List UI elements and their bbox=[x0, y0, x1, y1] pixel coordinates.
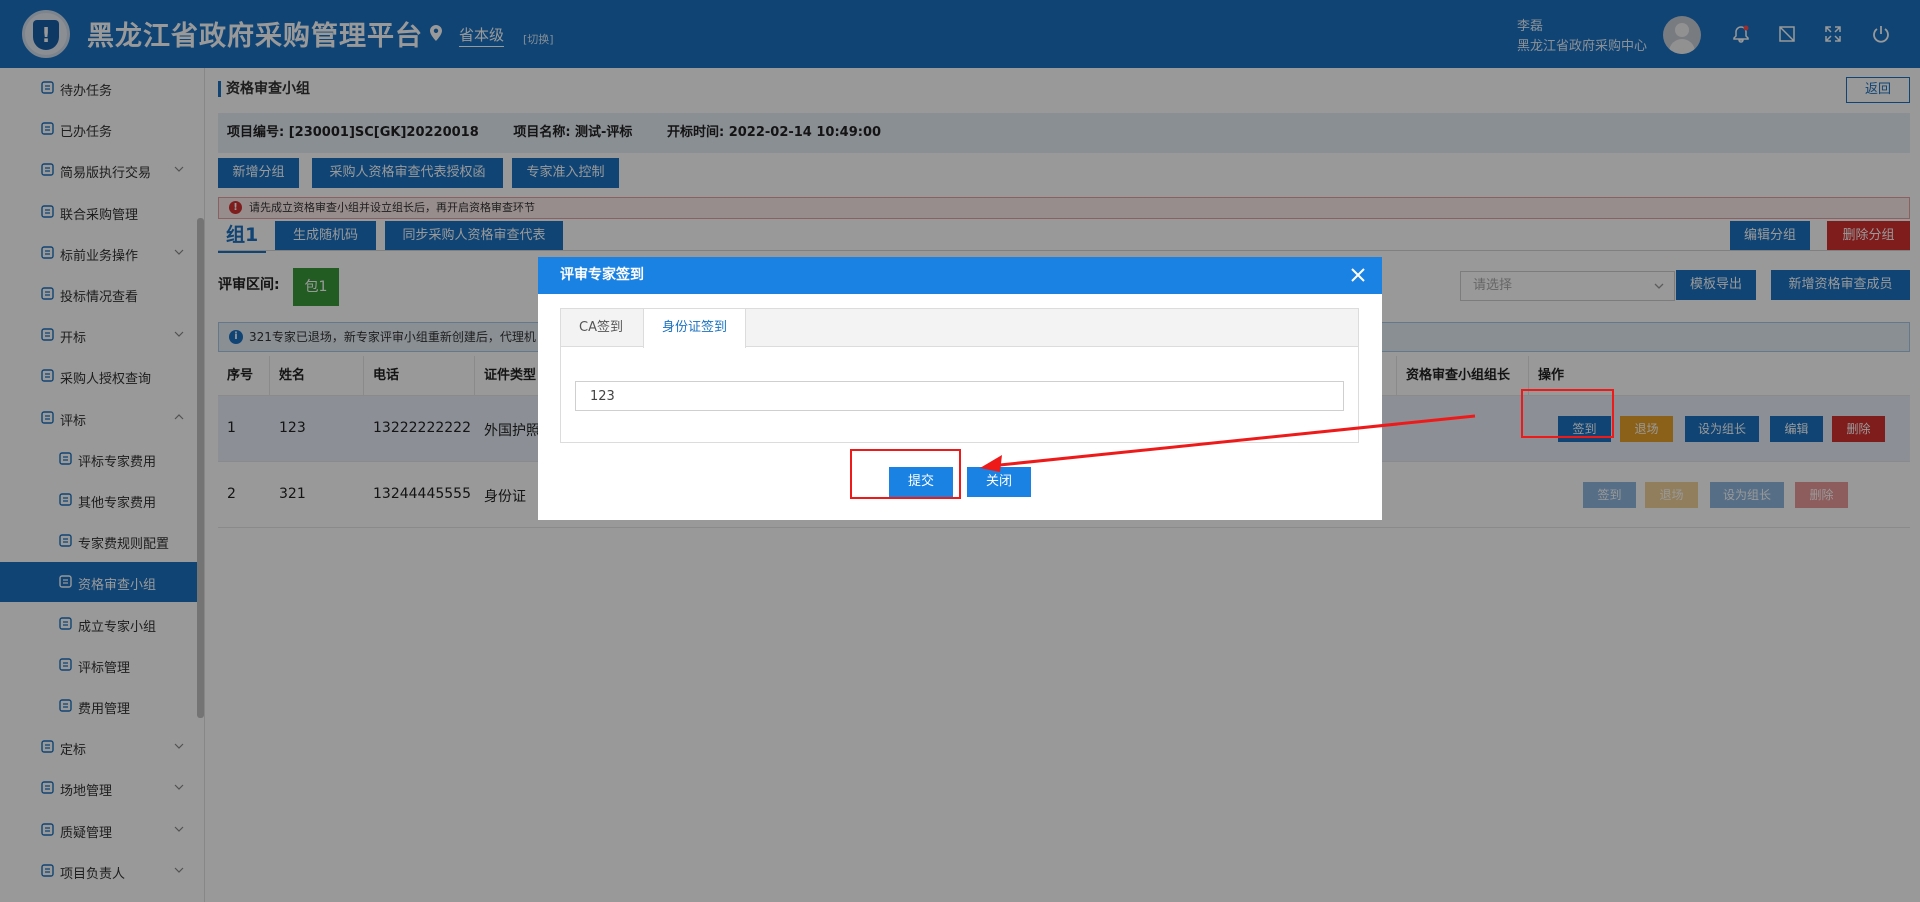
dialog-title-text: 评审专家签到 bbox=[560, 267, 644, 283]
highlight-box-sign-in bbox=[1521, 389, 1614, 438]
annotation-arrow-icon bbox=[980, 414, 1476, 472]
tabs-header: CA签到 身份证签到 bbox=[561, 309, 1358, 348]
tab-id-card-sign-in[interactable]: 身份证签到 bbox=[643, 309, 747, 348]
tab-ca-sign-in[interactable]: CA签到 bbox=[561, 309, 641, 347]
highlight-box-submit bbox=[850, 449, 961, 499]
id-number-input[interactable] bbox=[575, 381, 1344, 411]
close-icon[interactable] bbox=[1350, 267, 1366, 283]
dialog-title: 评审专家签到 bbox=[538, 257, 1382, 294]
